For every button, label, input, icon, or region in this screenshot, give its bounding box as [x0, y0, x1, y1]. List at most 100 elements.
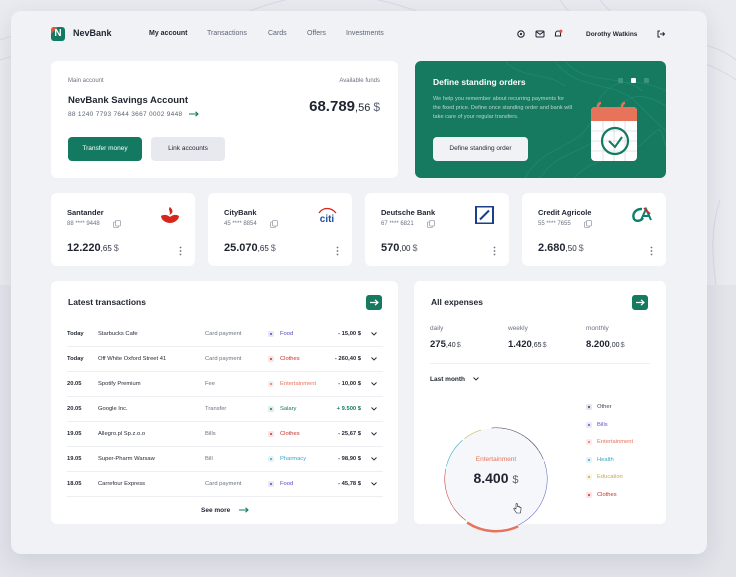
- chevron-down-icon[interactable]: [371, 382, 377, 386]
- account-title: NevBank Savings Account: [68, 95, 189, 106]
- copy-icon[interactable]: [113, 220, 121, 228]
- more-options-icon[interactable]: [336, 246, 339, 256]
- daily-int: 275: [430, 339, 446, 350]
- table-row[interactable]: 19.05 Super-Pharm Warsaw Bill Pharmacy - 98,…: [67, 447, 383, 472]
- carousel-dot-2[interactable]: [631, 78, 636, 83]
- chevron-down-icon[interactable]: [371, 407, 377, 411]
- tx-category: Entertainment: [280, 381, 317, 387]
- weekly-value: 1.420,65$: [508, 339, 547, 350]
- daily-value: 275,40$: [430, 339, 461, 350]
- logout-icon[interactable]: [656, 29, 666, 39]
- mail-icon[interactable]: [535, 29, 545, 39]
- legend-dot-icon: [586, 491, 592, 498]
- transfer-money-button[interactable]: Transfer money: [68, 137, 142, 161]
- account-number-text: 88 1240 7793 7644 3667 0002 9448: [68, 111, 183, 118]
- arrow-right-icon[interactable]: [188, 111, 199, 117]
- chevron-down-icon[interactable]: [371, 332, 377, 336]
- monthly-dec: ,00: [609, 342, 620, 349]
- expenses-open-button[interactable]: [632, 295, 648, 310]
- table-row[interactable]: 18.05 Carrefour Express Card payment Food - …: [67, 472, 383, 497]
- tx-amount: - 45,78 $: [338, 481, 361, 487]
- chevron-down-icon[interactable]: [371, 482, 377, 486]
- cursor-hand-icon: [513, 503, 522, 514]
- chevron-down-icon[interactable]: [371, 457, 377, 461]
- tx-category: Food: [280, 331, 294, 337]
- chevron-down-icon[interactable]: [371, 432, 377, 436]
- tx-date: Today: [67, 356, 84, 362]
- tx-merchant: Google Inc.: [98, 406, 128, 412]
- standing-orders-title: Define standing orders: [433, 77, 526, 87]
- tx-category: Salary: [280, 406, 297, 412]
- table-row[interactable]: 20.05 Google Inc. Transfer Salary + 9.500 $: [67, 397, 383, 422]
- bank-balance-currency: $: [412, 243, 418, 253]
- latest-transactions-card: Latest transactions Today Starbucks Cafe C…: [51, 281, 398, 524]
- tx-category: Food: [280, 481, 294, 487]
- tx-type: Transfer: [205, 406, 227, 412]
- bank-card-number: 45 **** 8854: [224, 221, 257, 227]
- table-row[interactable]: 19.05 Allegro.pl Sp.z.o.o Bills Clothes - 25…: [67, 422, 383, 447]
- bank-card-deutsche[interactable]: Deutsche Bank 67 **** 6821 570,00 $: [365, 193, 509, 266]
- santander-flame-logo: [161, 207, 179, 223]
- more-options-icon[interactable]: [650, 246, 653, 256]
- tx-merchant: Allegro.pl Sp.z.o.o: [98, 431, 146, 437]
- bank-balance-dec: ,65: [100, 244, 112, 253]
- weekly-label: weekly: [508, 325, 528, 332]
- tx-type: Bills: [205, 431, 216, 437]
- nav-cards[interactable]: Cards: [268, 30, 287, 37]
- balance-integer: 68.789: [309, 98, 356, 115]
- all-expenses-card: All expenses daily 275,40$ weekly 1.420,…: [414, 281, 666, 533]
- tx-merchant: Spotify Premium: [98, 381, 141, 387]
- daily-dec: ,40: [445, 342, 456, 349]
- tx-date: Today: [67, 331, 84, 337]
- nav-my-account[interactable]: My account: [149, 30, 188, 37]
- link-accounts-button[interactable]: Link accounts: [151, 137, 225, 161]
- define-standing-order-button[interactable]: Define standing order: [433, 137, 528, 161]
- tx-type: Fee: [205, 381, 215, 387]
- more-options-icon[interactable]: [179, 246, 182, 256]
- bank-card-santander[interactable]: Santander 88 **** 9448 12.220,65 $: [51, 193, 195, 266]
- copy-icon[interactable]: [427, 220, 435, 228]
- arrow-right-icon: [239, 507, 249, 513]
- legend-label: Clothes: [597, 491, 617, 498]
- bank-card-number: 55 **** 7655: [538, 221, 571, 227]
- tx-date: 19.05: [67, 456, 82, 462]
- see-more-link[interactable]: See more: [201, 507, 249, 514]
- carousel-dot-3[interactable]: [644, 78, 649, 83]
- carousel-dot-1[interactable]: [618, 78, 623, 83]
- nav-transactions[interactable]: Transactions: [207, 30, 247, 37]
- main-account-card: Main account Available funds NevBank Sav…: [51, 61, 398, 178]
- tx-amount: + 9.500 $: [336, 406, 361, 412]
- transactions-open-button[interactable]: [366, 295, 382, 310]
- notification-bell-icon[interactable]: [553, 29, 563, 39]
- donut-center: Entertainment 8.400 $: [445, 428, 547, 530]
- nav-investments[interactable]: Investments: [346, 30, 384, 37]
- standing-orders-description: We help you remember about recurring pay…: [433, 96, 572, 120]
- brand-name: NevBank: [73, 28, 112, 38]
- bank-card-credit-agricole[interactable]: Credit Agricole 55 **** 7655 2.680,50 $: [522, 193, 666, 266]
- settings-icon[interactable]: [516, 29, 526, 39]
- period-dropdown[interactable]: Last month: [430, 376, 479, 383]
- copy-icon[interactable]: [584, 220, 592, 228]
- table-row[interactable]: Today Starbucks Cafe Card payment Food - 15,…: [67, 322, 383, 347]
- nav-offers[interactable]: Offers: [307, 30, 326, 37]
- table-row[interactable]: Today Off White Oxford Street 41 Card paym…: [67, 347, 383, 372]
- app-window: N NevBank My account Transactions Cards …: [11, 11, 707, 554]
- arrow-right-icon: [370, 299, 379, 306]
- tx-category: Clothes: [280, 431, 300, 437]
- bank-name: Credit Agricole: [538, 208, 592, 217]
- bank-balance-int: 570: [381, 242, 400, 254]
- donut-value-number: 8.400: [473, 470, 509, 486]
- user-name[interactable]: Dorothy Watkins: [586, 31, 637, 38]
- tx-merchant: Starbucks Cafe: [98, 331, 138, 337]
- weekly-currency: $: [542, 340, 547, 349]
- donut-center-label: Entertainment: [475, 456, 517, 463]
- copy-icon[interactable]: [270, 220, 278, 228]
- table-row[interactable]: 20.05 Spotify Premium Fee Entertainment - 10…: [67, 372, 383, 397]
- nevbank-logo[interactable]: N: [51, 27, 65, 41]
- tx-amount: - 98,90 $: [338, 456, 361, 462]
- tx-date: 19.05: [67, 431, 82, 437]
- bank-card-citybank[interactable]: CityBank 45 **** 8854 25.070,65 $ citi: [208, 193, 352, 266]
- category-dot-icon: [268, 381, 274, 387]
- more-options-icon[interactable]: [493, 246, 496, 256]
- chevron-down-icon[interactable]: [371, 357, 377, 361]
